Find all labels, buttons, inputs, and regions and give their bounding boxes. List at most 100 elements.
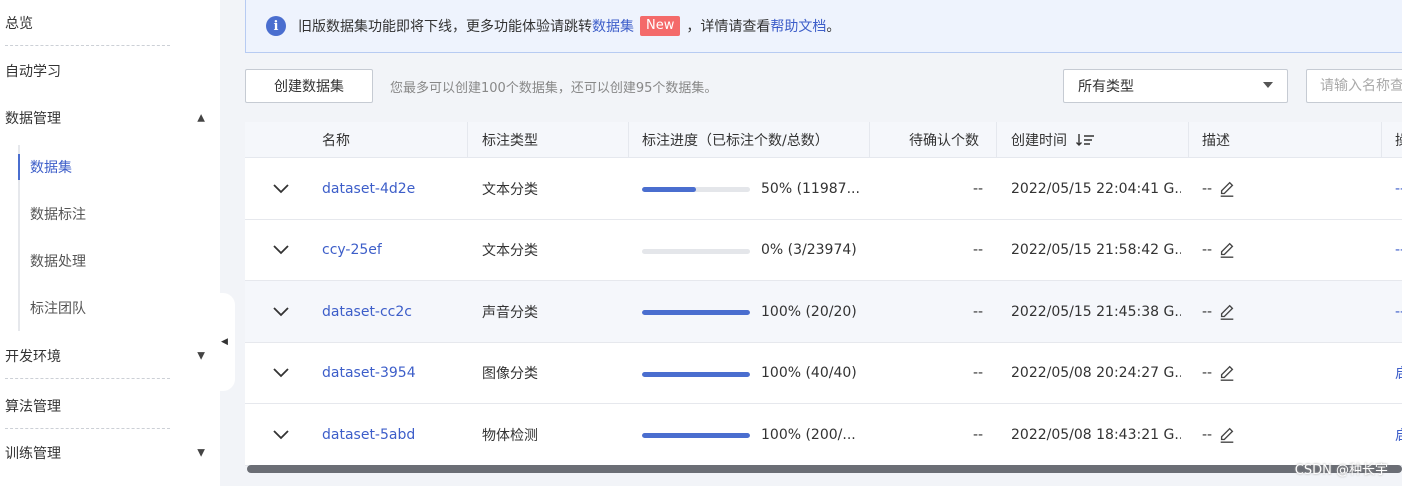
progress-text: 100% (200/...	[761, 426, 856, 443]
sidebar-subitem-labeling-team[interactable]: 标注团队	[30, 293, 86, 323]
search-input[interactable]	[1306, 69, 1402, 103]
description-cell: --	[1202, 220, 1236, 281]
progress-bar-fill	[642, 371, 750, 377]
dataset-name-link[interactable]: ccy-25ef	[322, 220, 382, 281]
column-header-name: 名称	[322, 133, 350, 149]
notice-text: 。	[826, 19, 841, 35]
sidebar-item-label: 算法管理	[5, 399, 61, 415]
table-row[interactable]: ccy-25ef 文本分类 0% (3/23974) -- 2022/05/15 21:…	[245, 219, 1402, 281]
description-cell: --	[1202, 158, 1236, 219]
pending-cell: --	[973, 242, 984, 258]
created-time-cell: 2022/05/08 20:24:27 G...	[1011, 365, 1181, 381]
table-row[interactable]: dataset-5abd 物体检测 100% (200/... -- 2022/05/0…	[245, 404, 1402, 466]
dataset-name-link[interactable]: dataset-cc2c	[322, 281, 412, 342]
progress-bar-fill	[642, 310, 750, 315]
notice-text: ，详情请查看	[686, 19, 771, 35]
progress-text: 50% (11987...	[761, 180, 860, 197]
label-type-cell: 物体检测	[482, 427, 538, 444]
edit-icon[interactable]	[1218, 180, 1236, 198]
chevron-down-icon	[273, 429, 289, 439]
notice-banner: i 旧版数据集功能即将下线，更多功能体验请跳转 数据集 New ，详情请查看 帮…	[245, 0, 1402, 53]
created-time-cell: 2022/05/15 21:45:38 G...	[1011, 303, 1181, 320]
dataset-name-link[interactable]: dataset-4d2e	[322, 158, 415, 219]
label-type-cell: 图像分类	[482, 366, 538, 382]
progress-text: 100% (20/20)	[761, 303, 857, 320]
progress-text: 0% (3/23974)	[761, 242, 857, 258]
chevron-down-icon	[273, 183, 289, 193]
dataset-name-link[interactable]: dataset-3954	[322, 343, 416, 404]
edit-icon[interactable]	[1218, 426, 1236, 444]
sidebar-item-label: 开发环境	[5, 349, 61, 365]
description-text: --	[1202, 365, 1213, 381]
datasets-table: 名称 标注类型 标注进度（已标注个数/总数） 待确认个数 创建时间 描述 操 d…	[245, 122, 1402, 466]
chevron-down-icon	[273, 306, 289, 316]
actions-cell[interactable]: --	[1395, 158, 1402, 219]
caret-down-icon: ▼	[197, 447, 205, 459]
sidebar-subitem-data-processing[interactable]: 数据处理	[30, 246, 86, 276]
notice-dataset-link[interactable]: 数据集	[592, 16, 634, 36]
sidebar-item-label: 总览	[5, 16, 33, 32]
actions-cell[interactable]: --	[1395, 220, 1402, 281]
sidebar-item-overview[interactable]: 总览	[5, 0, 170, 46]
edit-icon[interactable]	[1218, 241, 1236, 259]
sidebar-item-training[interactable]: 训练管理 ▼	[5, 430, 205, 476]
description-text: --	[1202, 426, 1213, 443]
table-row[interactable]: dataset-cc2c 声音分类 100% (20/20) -- 2022/05/15…	[245, 281, 1402, 343]
pending-cell: --	[973, 365, 984, 381]
create-dataset-button[interactable]: 创建数据集	[245, 69, 373, 103]
sidebar-item-algorithm[interactable]: 算法管理	[5, 383, 170, 429]
description-cell: --	[1202, 343, 1236, 404]
expand-row-button[interactable]	[273, 158, 289, 219]
actions-cell[interactable]: --	[1395, 281, 1402, 342]
sidebar-item-dev-env[interactable]: 开发环境 ▼	[5, 333, 205, 379]
expand-row-button[interactable]	[273, 404, 289, 465]
sidebar-collapse-handle[interactable]: ◀	[214, 293, 235, 391]
label-type-cell: 声音分类	[482, 304, 538, 321]
progress-bar	[642, 248, 750, 254]
column-header-pending: 待确认个数	[909, 133, 979, 149]
description-text: --	[1202, 180, 1213, 197]
description-cell: --	[1202, 281, 1236, 342]
column-header-desc: 描述	[1202, 133, 1230, 149]
expand-row-button[interactable]	[273, 220, 289, 281]
table-row[interactable]: dataset-3954 图像分类 100% (40/40) -- 2022/05/08…	[245, 342, 1402, 404]
sort-icon[interactable]	[1075, 132, 1097, 148]
caret-up-icon: ▲	[197, 112, 205, 124]
sidebar-item-label: 数据管理	[5, 111, 61, 127]
column-header-label-type: 标注类型	[482, 133, 538, 149]
expand-row-button[interactable]	[273, 343, 289, 404]
progress-bar	[642, 187, 750, 192]
caret-left-icon: ◀	[221, 337, 228, 347]
dataset-limit-text: 您最多可以创建100个数据集，还可以创建95个数据集。	[390, 80, 718, 96]
progress-bar	[642, 310, 750, 315]
edit-icon[interactable]	[1218, 364, 1236, 382]
column-header-progress: 标注进度（已标注个数/总数）	[642, 133, 829, 149]
column-header-actions: 操	[1395, 122, 1402, 158]
type-filter-select[interactable]: 所有类型	[1063, 69, 1288, 103]
label-type-cell: 文本分类	[482, 181, 538, 198]
description-text: --	[1202, 303, 1213, 320]
edit-icon[interactable]	[1218, 303, 1236, 321]
sidebar-subitem-datasets[interactable]: 数据集	[30, 152, 72, 182]
sidebar-subitem-label: 标注团队	[30, 301, 86, 317]
sidebar-item-auto-learning[interactable]: 自动学习	[5, 48, 170, 94]
chevron-down-icon	[273, 368, 289, 378]
dataset-name-link[interactable]: dataset-5abd	[322, 404, 415, 465]
sidebar-item-data-management[interactable]: 数据管理 ▲	[5, 95, 205, 141]
table-row[interactable]: dataset-4d2e 文本分类 50% (11987... -- 2022/05/1…	[245, 158, 1402, 220]
horizontal-scrollbar[interactable]	[247, 465, 1402, 473]
sidebar-subitem-data-labeling[interactable]: 数据标注	[30, 199, 86, 229]
column-header-created[interactable]: 创建时间	[1011, 122, 1097, 158]
active-indicator	[18, 154, 20, 180]
column-header-created-label: 创建时间	[1011, 133, 1067, 149]
created-time-cell: 2022/05/15 22:04:41 G...	[1011, 180, 1181, 197]
actions-cell[interactable]: 启	[1395, 343, 1402, 404]
expand-row-button[interactable]	[273, 281, 289, 342]
new-badge: New	[640, 16, 681, 36]
watermark: CSDN @种长宇	[1294, 463, 1388, 478]
help-doc-link[interactable]: 帮助文档	[770, 16, 826, 36]
actions-cell[interactable]: 启	[1395, 404, 1402, 465]
created-time-cell: 2022/05/08 18:43:21 G...	[1011, 426, 1181, 443]
sidebar-subitem-label: 数据处理	[30, 254, 86, 270]
created-time-cell: 2022/05/15 21:58:42 G...	[1011, 242, 1181, 258]
